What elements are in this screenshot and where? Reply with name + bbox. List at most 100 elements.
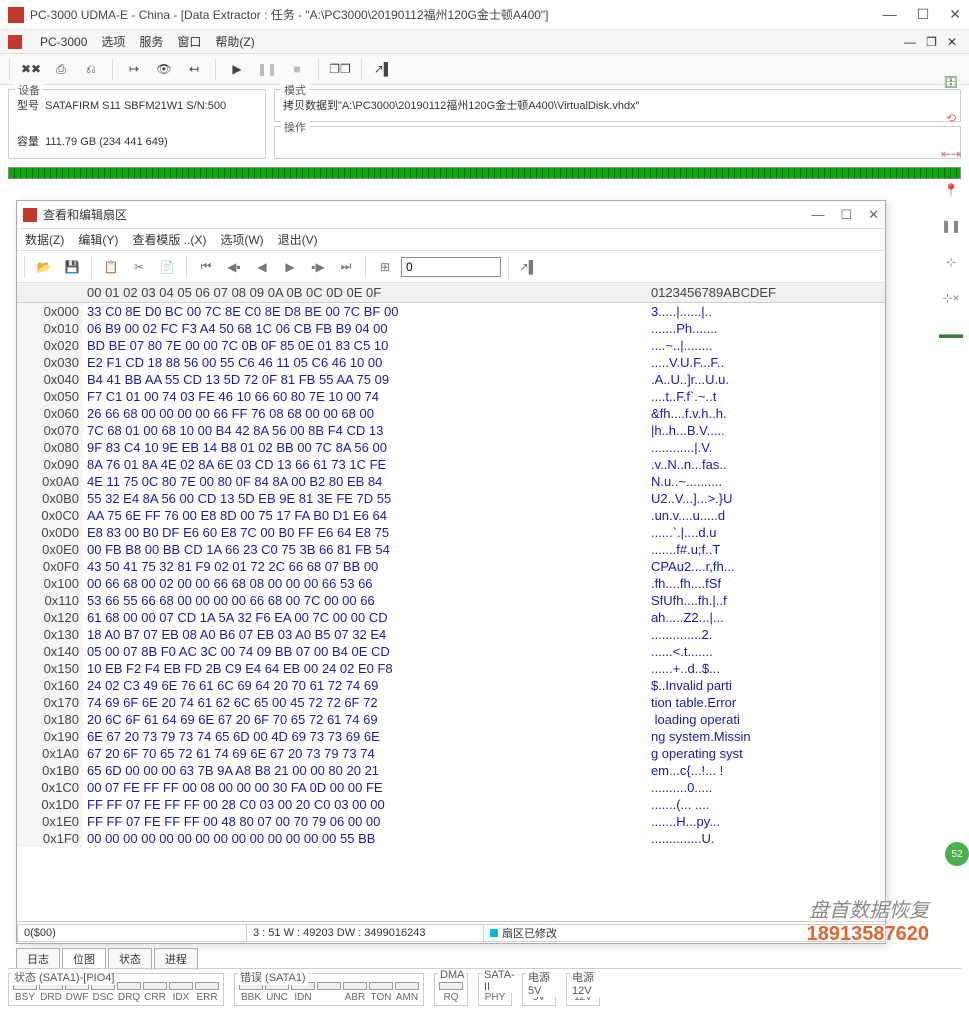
hex-row[interactable]: 0x1A067 20 6F 70 65 72 61 74 69 6E 67 20… (17, 745, 885, 762)
menu-window[interactable]: 窗口 (177, 33, 201, 50)
hex-cut-icon[interactable]: ✂ (127, 255, 151, 279)
hex-row[interactable]: 0x00033 C0 8E D0 BC 00 7C 8E C0 8E D8 BE… (17, 303, 885, 321)
operation-info-box: 操作 (274, 126, 961, 159)
hex-row[interactable]: 0x0D0E8 83 00 B0 DF E6 60 E8 7C 00 B0 FF… (17, 524, 885, 541)
hex-menu-exit[interactable]: 退出(V) (278, 231, 318, 248)
sidebar-tool3-icon[interactable]: ▬▬ (939, 322, 963, 346)
hex-copy-icon[interactable]: 📋 (99, 255, 123, 279)
hex-row[interactable]: 0x10000 66 68 00 02 00 00 66 68 08 00 00… (17, 575, 885, 592)
hex-sector-input[interactable] (401, 257, 501, 277)
sidebar-pin-icon[interactable]: 📍 (939, 178, 963, 202)
menubar-app-label[interactable]: PC-3000 (40, 35, 87, 49)
tool-settings-icon[interactable]: ✖✖ (19, 57, 43, 81)
hex-row[interactable]: 0x0F043 50 41 75 32 81 F9 02 01 72 2C 66… (17, 558, 885, 575)
led-item: IDX (169, 982, 193, 1003)
mode-info-box: 模式 拷贝数据到"A:\PC3000\20190112福州120G金士顿A400… (274, 89, 961, 122)
sidebar-tool2-icon[interactable]: ⊹× (939, 286, 963, 310)
hex-menu-data[interactable]: 数据(Z) (25, 231, 64, 248)
hex-open-icon[interactable]: 📂 (32, 255, 56, 279)
hex-exit-icon[interactable]: ↗▌ (516, 255, 540, 279)
hex-row[interactable]: 0x16024 02 C3 49 6E 76 61 6C 69 64 20 70… (17, 677, 885, 694)
hex-row[interactable]: 0x1D0FF FF 07 FE FF FF 00 28 C0 03 00 20… (17, 796, 885, 813)
hex-row[interactable]: 0x14005 00 07 8B F0 AC 3C 00 74 09 BB 07… (17, 643, 885, 660)
tool-end-arrow-icon[interactable]: ↤ (182, 57, 206, 81)
hex-row[interactable]: 0x1906E 67 20 73 79 73 74 65 6D 00 4D 69… (17, 728, 885, 745)
sidebar-pause-icon[interactable]: ❚❚ (939, 214, 963, 238)
hex-row[interactable]: 0x0908A 76 01 8A 4E 02 8A 6E 03 CD 13 66… (17, 456, 885, 473)
hex-prev-icon[interactable]: ◀▪ (222, 255, 246, 279)
hex-save-icon[interactable]: 💾 (60, 255, 84, 279)
hex-row[interactable]: 0x18020 6C 6F 61 64 69 6E 67 20 6F 70 65… (17, 711, 885, 728)
hex-menu-edit[interactable]: 编辑(Y) (78, 231, 118, 248)
mdi-close-icon[interactable]: ✕ (947, 35, 957, 49)
close-button[interactable]: ✕ (949, 6, 961, 23)
hex-row[interactable]: 0x0B055 32 E4 8A 56 00 CD 13 5D EB 9E 81… (17, 490, 885, 507)
right-sidebar: 🗄 ⟲ ⇤⇥ 📍 ❚❚ ⊹ ⊹× ▬▬ (935, 56, 967, 346)
menu-services[interactable]: 服务 (139, 33, 163, 50)
hex-row[interactable]: 0x17074 69 6F 6E 20 74 61 62 6C 65 00 45… (17, 694, 885, 711)
hex-row[interactable]: 0x1F000 00 00 00 00 00 00 00 00 00 00 00… (17, 830, 885, 847)
tool-pause-icon[interactable]: ❚❚ (255, 57, 279, 81)
hex-menu-template[interactable]: 查看模版 ..(X) (132, 231, 206, 248)
hex-row[interactable]: 0x11053 66 55 66 68 00 00 00 00 66 68 00… (17, 592, 885, 609)
hex-row[interactable]: 0x050F7 C1 01 00 74 03 FE 46 10 66 60 80… (17, 388, 885, 405)
hex-row[interactable]: 0x040B4 41 BB AA 55 CD 13 5D 72 0F 81 FB… (17, 371, 885, 388)
mdi-minimize-icon[interactable]: — (904, 35, 916, 49)
hex-maximize-button[interactable]: ☐ (840, 207, 852, 223)
hex-row[interactable]: 0x06026 66 68 00 00 00 00 66 FF 76 08 68… (17, 405, 885, 422)
tool-head-icon[interactable]: ⎙ (49, 57, 73, 81)
hex-row[interactable]: 0x020BD BE 07 80 7E 00 00 7C 0B 0F 85 0E… (17, 337, 885, 354)
hex-status-mid: 3 : 51 W : 49203 DW : 3499016243 (246, 924, 484, 942)
hex-paste-icon[interactable]: 📄 (155, 255, 179, 279)
tab-log[interactable]: 日志 (16, 948, 60, 970)
tab-process[interactable]: 进程 (154, 948, 198, 970)
hex-next-icon[interactable]: ▪▶ (306, 255, 330, 279)
hex-row[interactable]: 0x1C000 07 FE FF FF 00 08 00 00 00 30 FA… (17, 779, 885, 796)
hex-app-icon (23, 208, 37, 222)
menu-help[interactable]: 帮助(Z) (215, 33, 254, 50)
tab-status[interactable]: 状态 (108, 948, 152, 970)
hex-row[interactable]: 0x0C0AA 75 6E FF 76 00 E8 8D 00 75 17 FA… (17, 507, 885, 524)
tab-bitmap[interactable]: 位图 (62, 948, 106, 970)
led-item: DRQ (117, 982, 141, 1003)
hex-row[interactable]: 0x0809F 83 C4 10 9E EB 14 B8 01 02 BB 00… (17, 439, 885, 456)
hex-last-icon[interactable]: ⏭ (334, 255, 358, 279)
tool-play-icon[interactable]: ▶ (225, 57, 249, 81)
device-legend: 设备 (15, 82, 43, 98)
hex-row[interactable]: 0x12061 68 00 00 07 CD 1A 5A 32 F6 EA 00… (17, 609, 885, 626)
hex-grid-icon[interactable]: ⊞ (373, 255, 397, 279)
mdi-restore-icon[interactable]: ❐ (926, 35, 937, 49)
sidebar-reset-icon[interactable]: ⟲ (939, 106, 963, 130)
tool-percent-icon[interactable]: ⎌ (79, 57, 103, 81)
hex-menu-options[interactable]: 选项(W) (220, 231, 263, 248)
tool-exit-icon[interactable]: ↗▌ (371, 57, 395, 81)
hex-row[interactable]: 0x0707C 68 01 00 68 10 00 B4 42 8A 56 00… (17, 422, 885, 439)
hex-row[interactable]: 0x01006 B9 00 02 FC F3 A4 50 68 1C 06 CB… (17, 320, 885, 337)
sidebar-tool1-icon[interactable]: ⊹ (939, 250, 963, 274)
hex-fwd-icon[interactable]: ▶ (278, 255, 302, 279)
tool-binoculars-icon[interactable]: 👁 (152, 57, 176, 81)
notification-badge[interactable]: 52 (945, 842, 969, 866)
menu-options[interactable]: 选项 (101, 33, 125, 50)
minimize-button[interactable]: — (883, 6, 897, 23)
hex-row[interactable]: 0x1E0FF FF 07 FE FF FF 00 48 80 07 00 70… (17, 813, 885, 830)
tool-stop-icon[interactable]: ■ (285, 57, 309, 81)
tool-copy-icon[interactable]: ❐❐ (328, 57, 352, 81)
tool-start-arrow-icon[interactable]: ↦ (122, 57, 146, 81)
hex-minimize-button[interactable]: — (811, 207, 824, 223)
main-toolbar: ✖✖ ⎙ ⎌ ↦ 👁 ↤ ▶ ❚❚ ■ ❐❐ ↗▌ (0, 54, 969, 85)
hex-first-icon[interactable]: ⏮ (194, 255, 218, 279)
maximize-button[interactable]: ☐ (917, 6, 930, 23)
hex-back-icon[interactable]: ◀ (250, 255, 274, 279)
hex-row[interactable]: 0x1B065 6D 00 00 00 63 7B 9A A8 B8 21 00… (17, 762, 885, 779)
hex-row[interactable]: 0x0E000 FB B8 00 BB CD 1A 66 23 C0 75 3B… (17, 541, 885, 558)
hex-row[interactable]: 0x030E2 F1 CD 18 88 56 00 55 C6 46 11 05… (17, 354, 885, 371)
sidebar-range-icon[interactable]: ⇤⇥ (939, 142, 963, 166)
sidebar-disk-icon[interactable]: 🗄 (939, 70, 963, 94)
hex-row[interactable]: 0x0A04E 11 75 0C 80 7E 00 80 0F 84 8A 00… (17, 473, 885, 490)
hex-row[interactable]: 0x15010 EB F2 F4 EB FD 2B C9 E4 64 EB 00… (17, 660, 885, 677)
hex-table[interactable]: 00 01 02 03 04 05 06 07 08 09 0A 0B 0C 0… (17, 283, 885, 847)
hex-row[interactable]: 0x13018 A0 B7 07 EB 08 A0 B6 07 EB 03 A0… (17, 626, 885, 643)
main-menubar: PC-3000 选项 服务 窗口 帮助(Z) — ❐ ✕ (0, 30, 969, 54)
hex-close-button[interactable]: ✕ (868, 207, 879, 223)
